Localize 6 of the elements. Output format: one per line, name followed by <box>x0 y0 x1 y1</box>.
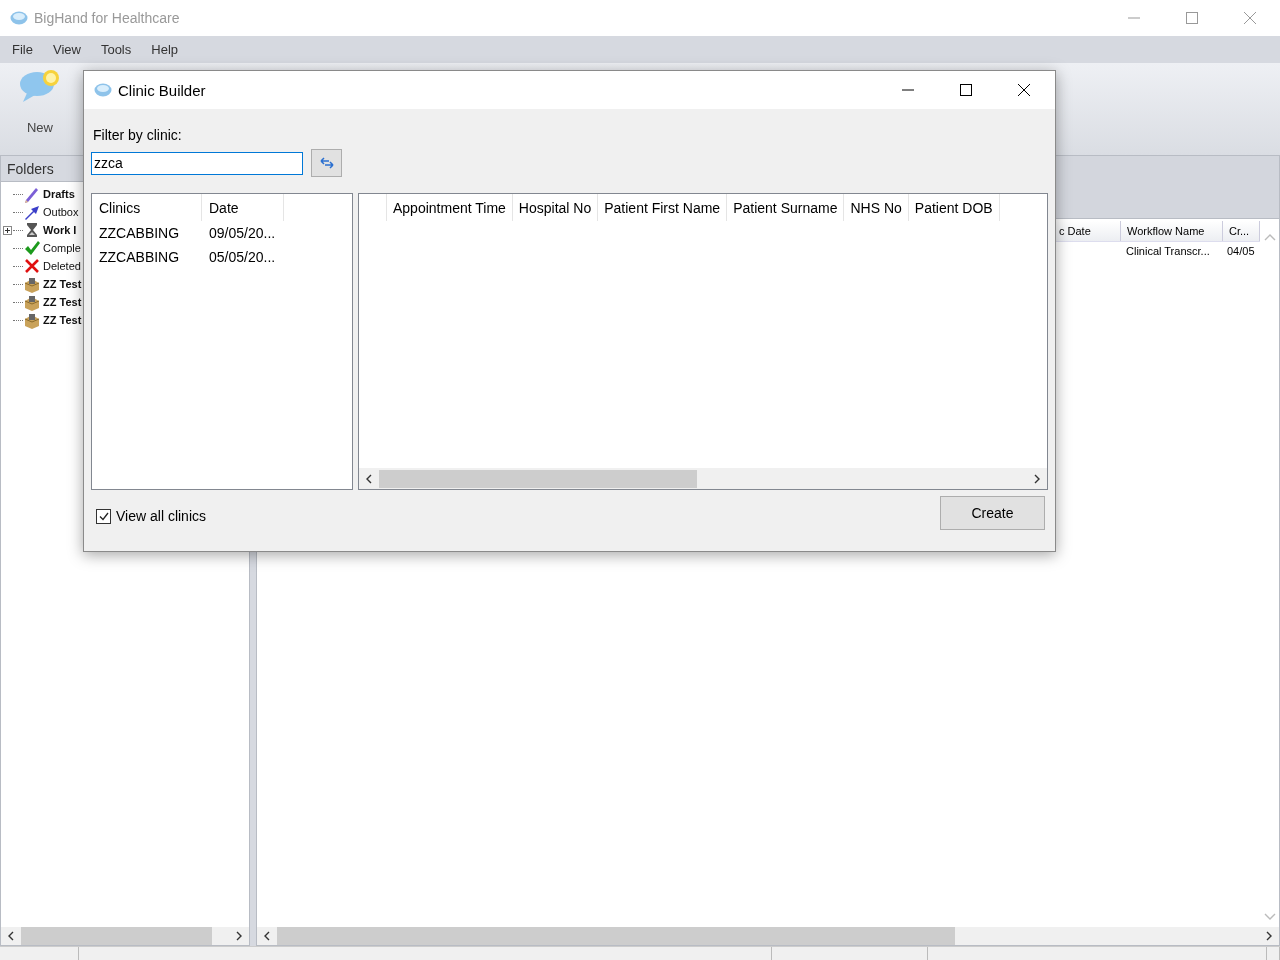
checkbox-label: View all clinics <box>116 508 206 524</box>
window-title: BigHand for Healthcare <box>34 10 180 26</box>
table-cell-text: Clinical Transcr... <box>1125 245 1211 257</box>
table-cell-text: 04/05 <box>1226 245 1256 257</box>
filter-label: Filter by clinic: <box>93 127 183 143</box>
dialog-title: Clinic Builder <box>118 81 206 99</box>
